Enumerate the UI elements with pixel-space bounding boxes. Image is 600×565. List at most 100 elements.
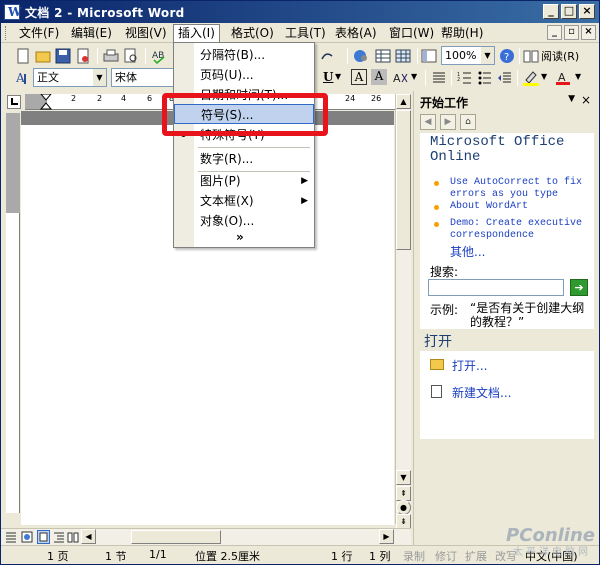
home-icon[interactable]: ⌂ <box>460 114 476 130</box>
help-icon[interactable]: ? <box>499 48 515 64</box>
print-preview-icon[interactable] <box>123 48 139 64</box>
insert-table-icon[interactable] <box>395 48 411 64</box>
link-more[interactable]: 其他... <box>450 243 590 260</box>
scroll-down-icon[interactable]: ▼ <box>396 470 411 485</box>
menu-insert[interactable]: 插入(I) <box>173 24 220 43</box>
chevron-down-icon[interactable]: ▼ <box>481 47 494 64</box>
menu-help[interactable]: 帮助(H) <box>437 25 487 41</box>
scroll-up-icon[interactable]: ▲ <box>396 94 411 109</box>
new-document-link[interactable]: 新建文档... <box>452 384 511 401</box>
link-demo[interactable]: Demo: Create executive correspondence <box>450 218 590 242</box>
numbering-icon[interactable]: 12 <box>457 70 473 86</box>
chevron-down-icon[interactable]: ▼ <box>541 72 547 81</box>
prev-page-icon[interactable]: ⇞ <box>396 486 411 501</box>
open-folder-icon[interactable] <box>35 48 51 64</box>
bullet-icon <box>434 222 439 227</box>
new-document-icon[interactable] <box>15 48 31 64</box>
align-justify-icon[interactable] <box>431 70 447 86</box>
reading-view-icon[interactable] <box>67 531 79 543</box>
save-icon[interactable] <box>55 48 71 64</box>
word-app-icon[interactable] <box>4 4 21 20</box>
menu-item-object[interactable]: 对象(O)... <box>174 211 314 231</box>
chevron-down-icon[interactable]: ▼ <box>411 72 417 81</box>
char-shading-button[interactable]: A <box>371 69 387 85</box>
menu-item-page-numbers[interactable]: 页码(U)... <box>174 65 314 85</box>
link-wordart[interactable]: About WordArt <box>450 201 590 213</box>
menu-item-number[interactable]: 数字(R)... <box>174 149 314 169</box>
menu-item-text-box-label: 文本框(X) <box>200 194 254 208</box>
menubar-grip[interactable] <box>5 26 8 40</box>
font-combo[interactable]: 宋体 <box>111 68 175 87</box>
status-bar: 1 页 1 节 1/1 位置 2.5厘米 1 行 1 列 录制 修订 扩展 改写… <box>1 545 599 564</box>
ruler-margin-top <box>6 113 20 213</box>
next-page-icon[interactable]: ⇟ <box>396 514 411 529</box>
chevron-down-icon[interactable]: ▼ <box>568 94 575 104</box>
menu-window[interactable]: 窗口(W) <box>385 25 438 41</box>
menu-item-break[interactable]: 分隔符(B)... <box>174 45 314 65</box>
scroll-left-icon[interactable]: ◀ <box>81 529 96 544</box>
link-autocorrect[interactable]: Use AutoCorrect to fix errors as you typ… <box>450 177 590 201</box>
vertical-ruler[interactable] <box>6 113 20 513</box>
status-extend[interactable]: 扩展 <box>465 548 487 564</box>
tab-selector[interactable] <box>7 95 21 109</box>
permission-icon[interactable] <box>75 48 91 64</box>
print-icon[interactable] <box>103 48 119 64</box>
redo-icon[interactable] <box>319 48 335 64</box>
normal-view-icon[interactable] <box>5 531 17 543</box>
bullets-icon[interactable] <box>477 70 493 86</box>
doc-minimize-button[interactable]: _ <box>547 25 562 40</box>
open-link[interactable]: 打开... <box>452 357 487 374</box>
style-combo[interactable]: 正文 ▼ <box>33 68 107 87</box>
decrease-indent-icon[interactable] <box>497 70 513 86</box>
outline-view-icon[interactable] <box>53 531 65 543</box>
minimize-button[interactable]: _ <box>543 4 559 19</box>
zoom-value: 100% <box>445 49 477 62</box>
forward-icon[interactable]: ▶ <box>440 114 456 130</box>
read-mode-label[interactable]: 阅读(R) <box>541 48 579 64</box>
status-track-changes[interactable]: 修订 <box>435 548 457 564</box>
menu-item-text-box[interactable]: 文本框(X) ▶ <box>174 191 314 211</box>
go-arrow-icon[interactable]: ➔ <box>570 279 588 296</box>
expand-menu-icon[interactable]: » <box>236 230 244 244</box>
highlight-icon[interactable] <box>523 70 539 86</box>
phonetic-guide-icon[interactable]: A <box>393 70 409 86</box>
doc-restore-button[interactable]: ▫ <box>564 25 579 40</box>
hyperlink-icon[interactable] <box>353 48 369 64</box>
doc-close-button[interactable]: × <box>581 25 596 40</box>
zoom-combo[interactable]: 100% ▼ <box>441 46 495 65</box>
menu-table[interactable]: 表格(A) <box>331 25 381 41</box>
chevron-down-icon[interactable]: ▼ <box>335 72 341 81</box>
search-input[interactable] <box>428 279 564 296</box>
underline-button[interactable]: U <box>323 70 333 84</box>
chevron-down-icon[interactable]: ▼ <box>93 69 106 86</box>
read-mode-icon[interactable] <box>523 48 539 64</box>
chevron-down-icon[interactable]: ▼ <box>575 72 581 81</box>
web-view-icon[interactable] <box>21 531 33 543</box>
scroll-right-icon[interactable]: ▶ <box>379 529 394 544</box>
document-map-icon[interactable] <box>421 48 437 64</box>
close-button[interactable]: × <box>579 4 595 19</box>
menu-tools[interactable]: 工具(T) <box>281 25 330 41</box>
menu-format[interactable]: 格式(O) <box>227 25 278 41</box>
hscroll-thumb[interactable] <box>131 530 221 544</box>
browse-object-icon[interactable]: ● <box>396 500 411 515</box>
indent-marker-icon[interactable] <box>40 94 52 110</box>
styles-formatting-icon[interactable]: A <box>15 70 31 86</box>
scroll-thumb[interactable] <box>396 110 411 250</box>
tables-borders-icon[interactable] <box>375 48 391 64</box>
menu-item-picture[interactable]: 图片(P) ▶ <box>174 171 314 191</box>
menu-view[interactable]: 视图(V) <box>121 25 171 41</box>
example-label: 示例: <box>430 303 459 317</box>
print-layout-view-icon[interactable] <box>37 530 50 544</box>
spelling-icon[interactable]: AB <box>151 48 167 64</box>
vertical-scrollbar[interactable]: ▲ ▼ ⇞ ● ⇟ <box>395 94 411 529</box>
char-border-button[interactable]: A <box>351 69 367 85</box>
font-color-icon[interactable]: A <box>555 70 571 86</box>
menu-file[interactable]: 文件(F) <box>15 25 63 41</box>
maximize-button[interactable]: □ <box>561 4 577 19</box>
menu-edit[interactable]: 编辑(E) <box>67 25 116 41</box>
back-icon[interactable]: ◀ <box>420 114 436 130</box>
close-icon[interactable]: × <box>581 93 591 107</box>
status-record[interactable]: 录制 <box>403 548 425 564</box>
horizontal-scrollbar[interactable]: ◀ ▶ <box>1 528 411 545</box>
